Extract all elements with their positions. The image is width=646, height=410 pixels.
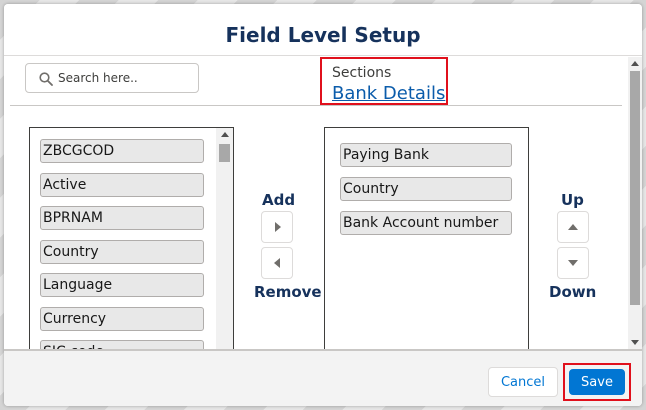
chevron-up-icon xyxy=(568,224,578,230)
search-icon xyxy=(39,72,53,86)
save-highlight: Save xyxy=(563,363,631,401)
selected-fields-list[interactable]: Paying Bank Country Bank Account number xyxy=(324,127,529,349)
cancel-button[interactable]: Cancel xyxy=(488,367,558,397)
available-field-item[interactable]: Active xyxy=(40,173,204,197)
sections-label: Sections xyxy=(332,65,392,81)
available-field-item[interactable]: SIC code xyxy=(40,340,204,349)
search-input[interactable] xyxy=(58,68,194,88)
scroll-down-arrow-icon[interactable] xyxy=(631,340,639,345)
up-label: Up xyxy=(561,191,584,209)
chevron-down-icon xyxy=(568,260,578,266)
add-label: Add xyxy=(262,191,296,209)
available-fields-list[interactable]: ZBCGCOD Active BPRNAM Country Language C… xyxy=(29,127,234,349)
move-up-button[interactable] xyxy=(557,211,589,243)
scrollbar-thumb[interactable] xyxy=(219,144,230,162)
modal-footer: Cancel Save xyxy=(4,349,642,406)
add-button[interactable] xyxy=(261,211,293,243)
chevron-left-icon xyxy=(274,258,280,268)
selected-field-item[interactable]: Bank Account number xyxy=(340,211,512,235)
field-level-setup-modal: Field Level Setup Sections Bank Details … xyxy=(4,4,642,406)
modal-title: Field Level Setup xyxy=(225,23,421,47)
down-label: Down xyxy=(549,283,597,301)
scrollbar-thumb[interactable] xyxy=(630,71,640,305)
modal-body-scrollbar[interactable] xyxy=(628,57,642,349)
modal-header: Field Level Setup xyxy=(4,4,642,56)
available-field-item[interactable]: Language xyxy=(40,273,204,297)
remove-label: Remove xyxy=(254,283,322,301)
remove-button[interactable] xyxy=(261,247,293,279)
available-field-item[interactable]: Currency xyxy=(40,307,204,331)
available-list-scrollbar[interactable] xyxy=(216,128,233,349)
modal-body: Sections Bank Details ZBCGCOD Active BPR… xyxy=(4,57,642,349)
selected-field-item[interactable]: Paying Bank xyxy=(340,143,512,167)
move-down-button[interactable] xyxy=(557,247,589,279)
sections-highlight: Sections Bank Details xyxy=(320,57,448,105)
available-field-item[interactable]: ZBCGCOD xyxy=(40,139,204,163)
scroll-up-arrow-icon[interactable] xyxy=(221,132,229,137)
save-button[interactable]: Save xyxy=(569,369,625,395)
divider xyxy=(10,105,622,106)
selected-field-item[interactable]: Country xyxy=(340,177,512,201)
chevron-right-icon xyxy=(275,222,281,232)
available-field-item[interactable]: Country xyxy=(40,240,204,264)
search-box[interactable] xyxy=(25,63,199,93)
section-link-bank-details[interactable]: Bank Details xyxy=(332,83,445,104)
scroll-up-arrow-icon[interactable] xyxy=(631,61,639,66)
available-field-item[interactable]: BPRNAM xyxy=(40,206,204,230)
